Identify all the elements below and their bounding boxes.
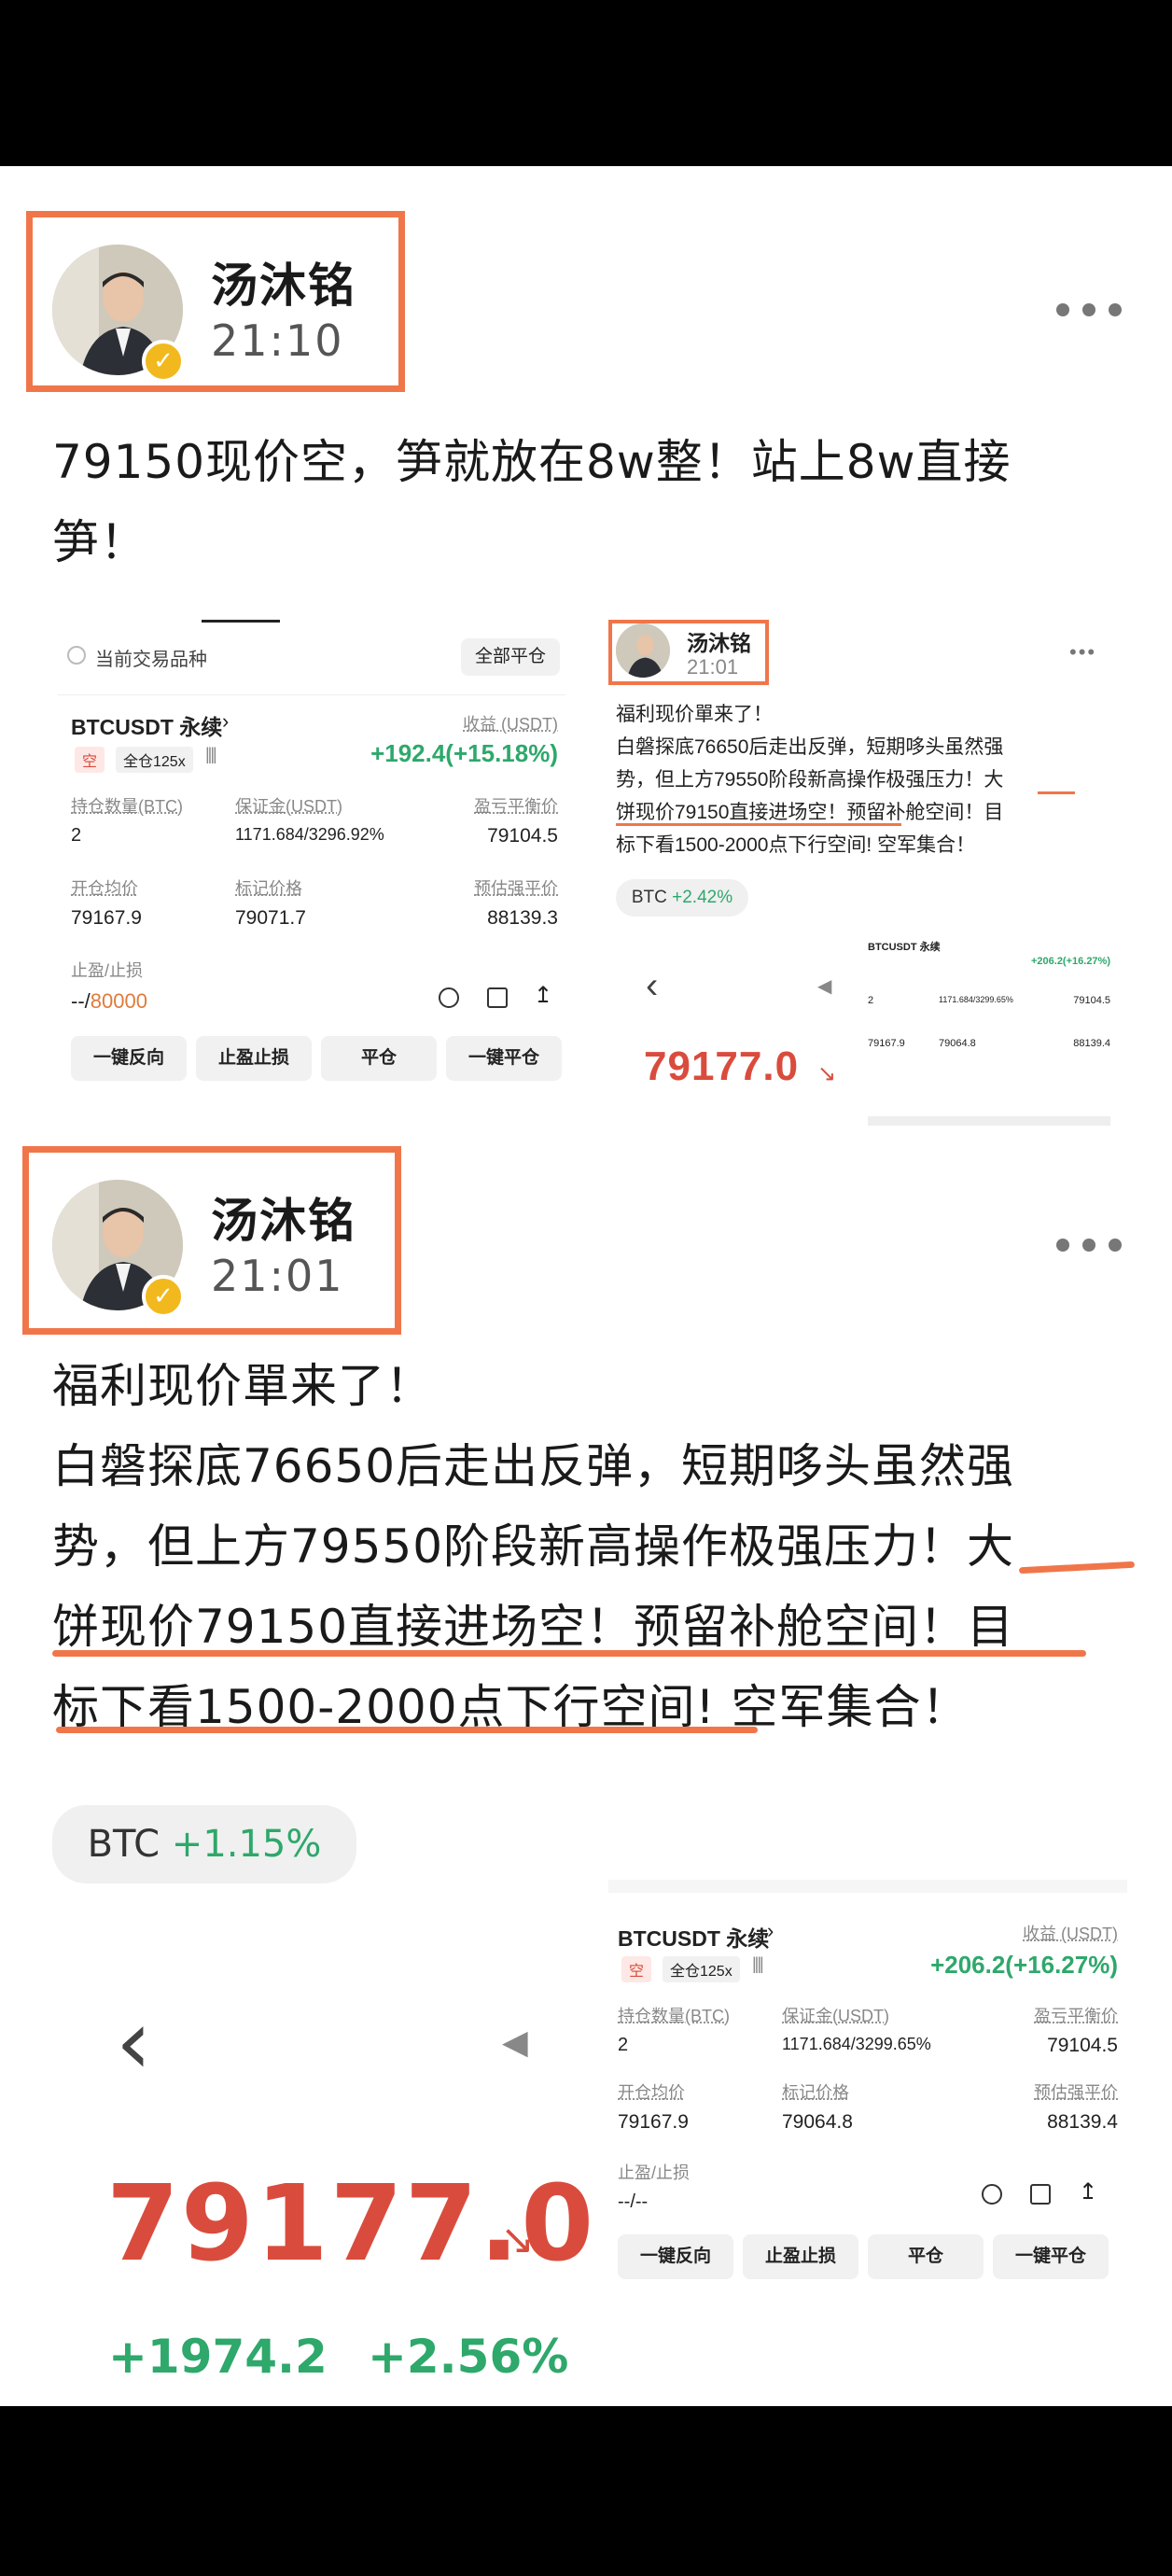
qty-label: 持仓数量(BTC) <box>618 2007 730 2025</box>
tpsl-value: --/80000 <box>71 989 147 1013</box>
mini-coin-tag[interactable]: BTC +2.42% <box>616 879 748 917</box>
mini-underline <box>616 823 901 826</box>
share-icon[interactable]: ↥ <box>534 982 552 1009</box>
nested-post-screenshot[interactable]: 汤沐铭 21:01 ••• 福利现价單来了！ 白磐探底76650后走出反弹，短期… <box>601 620 1123 1282</box>
share-card-icon[interactable] <box>1030 2184 1051 2205</box>
entry-label: 开仓均价 <box>618 2083 685 2102</box>
mini-price-arrow-icon: ↘ <box>817 1061 837 1086</box>
mini-card: BTCUSDT 永续 +206.2(+16.27%) 2 1171.684/32… <box>864 933 1116 1129</box>
entry-value: 79167.9 <box>71 907 142 929</box>
liq-value: 88139.3 <box>487 907 558 929</box>
tp-sl-button[interactable]: 止盈止损 <box>743 2234 858 2279</box>
pnl-label: 收益 (USDT) <box>463 715 558 734</box>
clock-icon[interactable] <box>982 2184 1002 2205</box>
mini-avatar <box>616 623 670 678</box>
post-text: 福利现价單来了！ 白磐探底76650后走出反弹，短期哆头虽然强 势，但上方795… <box>52 1359 1015 1734</box>
breakeven-value: 79104.5 <box>487 825 558 847</box>
current-pair-label: 当前交易品种 <box>95 650 207 670</box>
leverage-badge: 全仓125x <box>116 747 193 773</box>
signal-bars-icon: |||| <box>205 745 217 763</box>
signal-bars-icon: |||| <box>752 1954 764 1973</box>
close-position-button[interactable]: 平仓 <box>868 2234 984 2279</box>
share-icon[interactable]: ↥ <box>1079 2178 1097 2205</box>
chevron-right-icon: › <box>767 1919 774 1942</box>
triangle-icon: ◀ <box>502 2023 528 2062</box>
more-options-icon[interactable] <box>1056 301 1122 319</box>
mini-text: 福利现价單来了！ 白磐探底76650后走出反弹，短期哆头虽然强 势，但上方795… <box>616 704 1004 856</box>
mini-more-icon: ••• <box>1069 640 1097 664</box>
pnl-label: 收益 (USDT) <box>1023 1925 1118 1943</box>
verified-badge-icon: ✓ <box>142 340 185 383</box>
feed-page: ✓ 汤沐铭 21:10 79150现价空，笋就放在8w整！站上8w直接 笋！ 当… <box>0 166 1172 2406</box>
tpsl-value: --/-- <box>618 2191 649 2212</box>
close-position-button[interactable]: 平仓 <box>321 1036 437 1081</box>
pnl-value: +192.4(+15.18%) <box>370 739 558 767</box>
post-text: 79150现价空，笋就放在8w整！站上8w直接 笋！ <box>52 435 1012 569</box>
reverse-button[interactable]: 一键反向 <box>618 2234 733 2279</box>
price-change-pct: +2.56% <box>368 2330 569 2384</box>
chevron-right-icon: › <box>222 709 230 733</box>
mark-value: 79064.8 <box>782 2111 853 2133</box>
close-all-button[interactable]: 全部平仓 <box>461 638 560 676</box>
highlight-underline <box>1018 1561 1136 1575</box>
leverage-badge: 全仓125x <box>663 1956 740 1982</box>
side-badge: 空 <box>621 1956 652 1982</box>
tp-sl-button[interactable]: 止盈止损 <box>196 1036 312 1081</box>
mini-time: 21:01 <box>687 655 739 679</box>
close-all-position-button[interactable]: 一键平仓 <box>993 2234 1109 2279</box>
mini-price: 79177.0 <box>644 1043 800 1089</box>
qty-value: 2 <box>71 825 82 846</box>
tpsl-label: 止盈/止损 <box>618 2163 691 2182</box>
verified-badge-icon: ✓ <box>142 1275 185 1318</box>
tpsl-label: 止盈/止损 <box>71 961 144 980</box>
author-name[interactable]: 汤沐铭 <box>211 248 356 315</box>
author-name[interactable]: 汤沐铭 <box>211 1183 356 1251</box>
share-card-icon[interactable] <box>487 987 508 1008</box>
post-time: 21:01 <box>211 1251 344 1301</box>
margin-label: 保证金(USDT) <box>235 797 342 816</box>
position-card-image[interactable]: BTCUSDT 永续 › 空 全仓125x |||| 收益 (USDT) +20… <box>608 1880 1127 2402</box>
mini-underline-2 <box>1038 791 1075 794</box>
breakeven-label: 盈亏平衡价 <box>1034 2007 1118 2025</box>
breakeven-value: 79104.5 <box>1047 2035 1118 2056</box>
mark-label: 标记价格 <box>782 2083 849 2102</box>
symbol: BTCUSDT 永续 <box>71 715 223 739</box>
reverse-button[interactable]: 一键反向 <box>71 1036 187 1081</box>
entry-label: 开仓均价 <box>71 879 138 898</box>
liq-value: 88139.4 <box>1047 2111 1118 2133</box>
highlight-underline <box>56 1727 758 1733</box>
mark-value: 79071.7 <box>235 907 306 929</box>
margin-label: 保证金(USDT) <box>782 2007 889 2025</box>
mini-back-icon: ‹ <box>646 965 659 1006</box>
price-change: +1974.2 <box>108 2330 328 2384</box>
liq-label: 预估强平价 <box>1034 2083 1118 2102</box>
mark-label: 标记价格 <box>235 879 302 898</box>
liq-label: 预估强平价 <box>474 879 558 898</box>
clock-icon[interactable] <box>439 987 459 1008</box>
mini-author: 汤沐铭 <box>687 631 751 655</box>
qty-label: 持仓数量(BTC) <box>71 797 183 816</box>
symbol: BTCUSDT 永续 <box>618 1926 770 1951</box>
coin-tag[interactable]: BTC +1.15% <box>52 1805 356 1883</box>
more-options-icon[interactable] <box>1056 1236 1122 1254</box>
pnl-value: +206.2(+16.27%) <box>930 1951 1118 1979</box>
breakeven-label: 盈亏平衡价 <box>474 797 558 816</box>
price-down-arrow-icon: ↘ <box>500 2216 535 2263</box>
back-arrow-icon[interactable]: ‹ <box>116 1997 151 2087</box>
entry-value: 79167.9 <box>618 2111 689 2133</box>
close-all-position-button[interactable]: 一键平仓 <box>446 1036 562 1081</box>
margin-value: 1171.684/3296.92% <box>235 825 384 844</box>
qty-value: 2 <box>618 2035 629 2055</box>
side-badge: 空 <box>75 747 105 773</box>
post-time: 21:10 <box>211 315 344 366</box>
highlight-underline <box>52 1650 1086 1657</box>
mini-triangle-icon: ◀ <box>817 976 832 997</box>
margin-value: 1171.684/3299.65% <box>782 2035 931 2053</box>
